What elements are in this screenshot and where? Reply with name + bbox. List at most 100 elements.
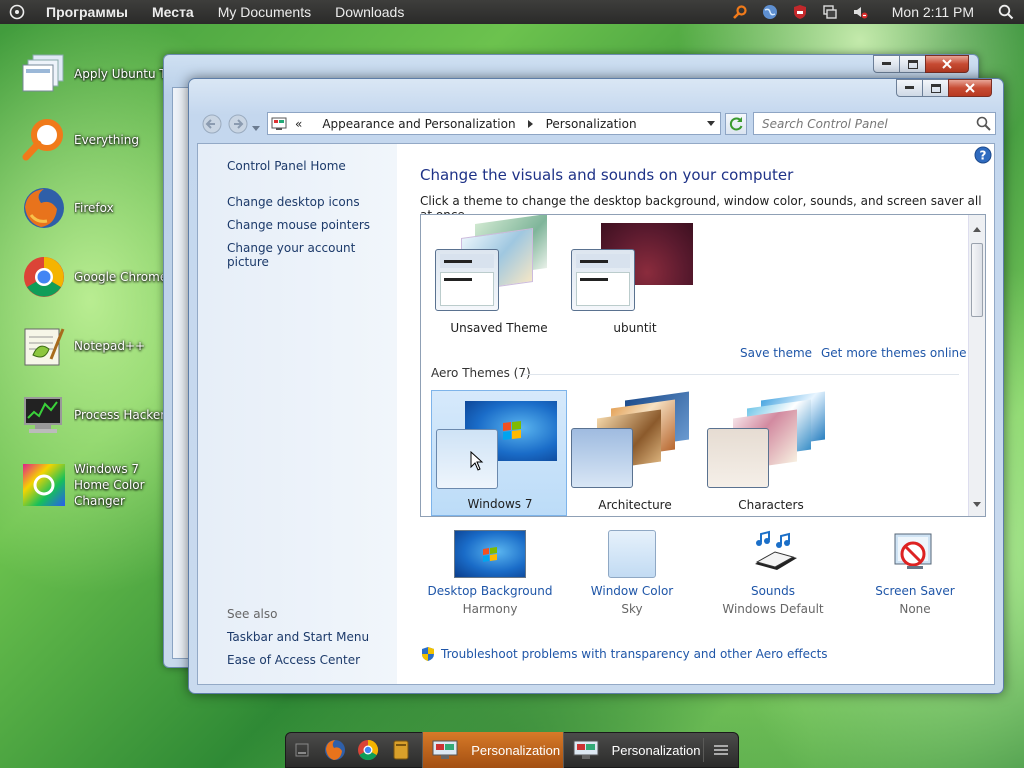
sounds-icon — [747, 530, 799, 578]
volume-icon[interactable] — [852, 4, 868, 20]
theme-ubuntit[interactable]: ubuntit — [567, 217, 703, 343]
search-tray-icon[interactable] — [732, 4, 748, 20]
ubuntu-logo-icon[interactable] — [0, 4, 34, 20]
sidebar-change-mouse-pointers[interactable]: Change mouse pointers — [227, 218, 370, 232]
windows-tray-icon[interactable] — [822, 4, 838, 20]
desktop-icon-color-changer[interactable]: Windows 7 Home Color Changer — [20, 458, 170, 512]
breadcrumb-appearance[interactable]: Appearance and Personalization — [322, 117, 515, 131]
page-title: Change the visuals and sounds on your co… — [420, 166, 794, 184]
help-icon[interactable]: ? — [974, 146, 992, 164]
refresh-button[interactable] — [725, 113, 747, 135]
address-dropdown-icon[interactable] — [702, 120, 720, 127]
sidebar-change-desktop-icons[interactable]: Change desktop icons — [227, 195, 360, 209]
theme-list[interactable]: Unsaved Theme ubuntit Save theme Get mor… — [420, 214, 986, 517]
system-tray: Mon 2:11 PM — [732, 4, 1024, 20]
window-color-setting[interactable]: Window Color Sky — [562, 530, 702, 616]
desktop-icon-firefox[interactable]: Firefox — [20, 180, 170, 236]
personalization-icon — [431, 739, 459, 761]
taskbar-task-personalization[interactable]: Personalization — [562, 732, 703, 768]
theme-name: Windows 7 — [467, 497, 533, 511]
taskbar-firefox-icon[interactable] — [323, 738, 346, 762]
caption-buttons — [896, 79, 992, 97]
menu-programs[interactable]: Программы — [34, 0, 140, 24]
security-shield-icon[interactable] — [792, 4, 808, 20]
theme-unsaved[interactable]: Unsaved Theme — [431, 215, 567, 343]
search-input[interactable]: Search Control Panel — [762, 117, 888, 131]
save-theme-link[interactable]: Save theme — [740, 346, 812, 360]
desktop-icon-notepad-plus-plus[interactable]: Notepad++ — [20, 318, 170, 374]
control-panel-icon — [271, 115, 291, 133]
taskbar-menu-icon[interactable] — [702, 738, 732, 762]
setting-value: Sky — [621, 602, 643, 616]
setting-name: Window Color — [590, 584, 674, 598]
close-button[interactable] — [948, 79, 992, 97]
sidebar-change-account-picture[interactable]: Change your account picture — [227, 241, 397, 269]
breadcrumb-overflow[interactable]: « — [295, 117, 302, 131]
personalization-window[interactable]: « Appearance and Personalization Persona… — [188, 78, 1004, 694]
back-minimize-button[interactable] — [873, 55, 900, 73]
search-icon[interactable] — [998, 4, 1014, 20]
back-arrow-icon[interactable] — [201, 114, 223, 134]
maximize-button[interactable] — [922, 79, 949, 97]
window-content: Control Panel Home Change desktop icons … — [197, 143, 995, 685]
forward-arrow-icon[interactable] — [227, 114, 249, 134]
menu-downloads[interactable]: Downloads — [323, 0, 416, 24]
firefox-icon — [20, 184, 68, 232]
setting-value: Harmony — [462, 602, 518, 616]
section-divider — [523, 374, 959, 375]
taskbar: Personalization Personalization — [285, 732, 739, 768]
recent-pages-chevron-icon[interactable] — [252, 121, 260, 135]
clock[interactable]: Mon 2:11 PM — [892, 4, 974, 20]
desktop-icon-apply-ubuntu-theme[interactable]: Apply Ubuntu Th — [20, 46, 170, 102]
taskbar-task-personalization-active[interactable]: Personalization — [422, 732, 563, 768]
apply-ubuntu-theme-icon — [20, 50, 68, 98]
theme-windows-7[interactable]: Windows 7 — [431, 390, 567, 516]
desktop-icon-process-hacker[interactable]: Process Hacker 2 — [20, 387, 170, 443]
menu-places[interactable]: Места — [140, 0, 206, 24]
desktop-icon-label: Windows 7 Home Color Changer — [74, 462, 145, 508]
top-panel: Программы Места My Documents Downloads M… — [0, 0, 1024, 24]
theme-window-preview — [436, 429, 498, 489]
theme-list-scrollbar[interactable] — [968, 215, 985, 516]
menu-my-documents[interactable]: My Documents — [206, 0, 323, 24]
taskbar-notes-icon[interactable] — [389, 738, 412, 762]
setting-name: Sounds — [750, 584, 796, 598]
sidebar-ease-of-access[interactable]: Ease of Access Center — [227, 653, 360, 667]
desktop-icon-everything[interactable]: Everything — [20, 112, 170, 168]
scroll-down-icon[interactable] — [973, 496, 981, 510]
sounds-setting[interactable]: Sounds Windows Default — [703, 530, 843, 616]
search-icon[interactable] — [974, 115, 992, 133]
network-globe-icon[interactable] — [762, 4, 778, 20]
theme-name: Architecture — [598, 498, 672, 512]
sidebar: Control Panel Home Change desktop icons … — [198, 144, 397, 684]
troubleshoot-link[interactable]: Troubleshoot problems with transparency … — [441, 647, 828, 661]
aero-themes-heading: Aero Themes (7) — [431, 366, 531, 380]
theme-name: ubuntit — [613, 321, 657, 335]
theme-window-preview — [571, 428, 633, 488]
breadcrumb-personalization[interactable]: Personalization — [546, 117, 637, 131]
show-desktop-icon[interactable] — [290, 738, 313, 762]
address-bar[interactable]: « Appearance and Personalization Persona… — [267, 112, 721, 135]
setting-value: None — [899, 602, 931, 616]
refresh-icon — [729, 117, 743, 131]
sidebar-taskbar-start-menu[interactable]: Taskbar and Start Menu — [227, 630, 369, 644]
minimize-button[interactable] — [896, 79, 923, 97]
back-maximize-button[interactable] — [899, 55, 926, 73]
sidebar-control-panel-home[interactable]: Control Panel Home — [227, 159, 346, 173]
get-more-themes-link[interactable]: Get more themes online — [821, 346, 967, 360]
theme-architecture[interactable]: Architecture — [567, 390, 703, 516]
desktop-background-setting[interactable]: Desktop Background Harmony — [420, 530, 560, 616]
troubleshoot-row: Troubleshoot problems with transparency … — [420, 646, 828, 662]
theme-characters[interactable]: Characters — [703, 390, 839, 516]
setting-name: Screen Saver — [875, 584, 955, 598]
search-box[interactable]: Search Control Panel — [753, 112, 996, 135]
svg-text:?: ? — [980, 149, 987, 163]
breadcrumb-separator-icon[interactable] — [527, 117, 534, 131]
notepad-plus-plus-icon — [20, 322, 68, 370]
back-close-button[interactable] — [925, 55, 969, 73]
taskbar-chrome-icon[interactable] — [356, 738, 379, 762]
scrollbar-thumb[interactable] — [971, 243, 983, 317]
desktop-icon-google-chrome[interactable]: Google Chrome — [20, 249, 170, 305]
screen-saver-setting[interactable]: Screen Saver None — [845, 530, 985, 616]
scroll-up-icon[interactable] — [973, 221, 981, 235]
